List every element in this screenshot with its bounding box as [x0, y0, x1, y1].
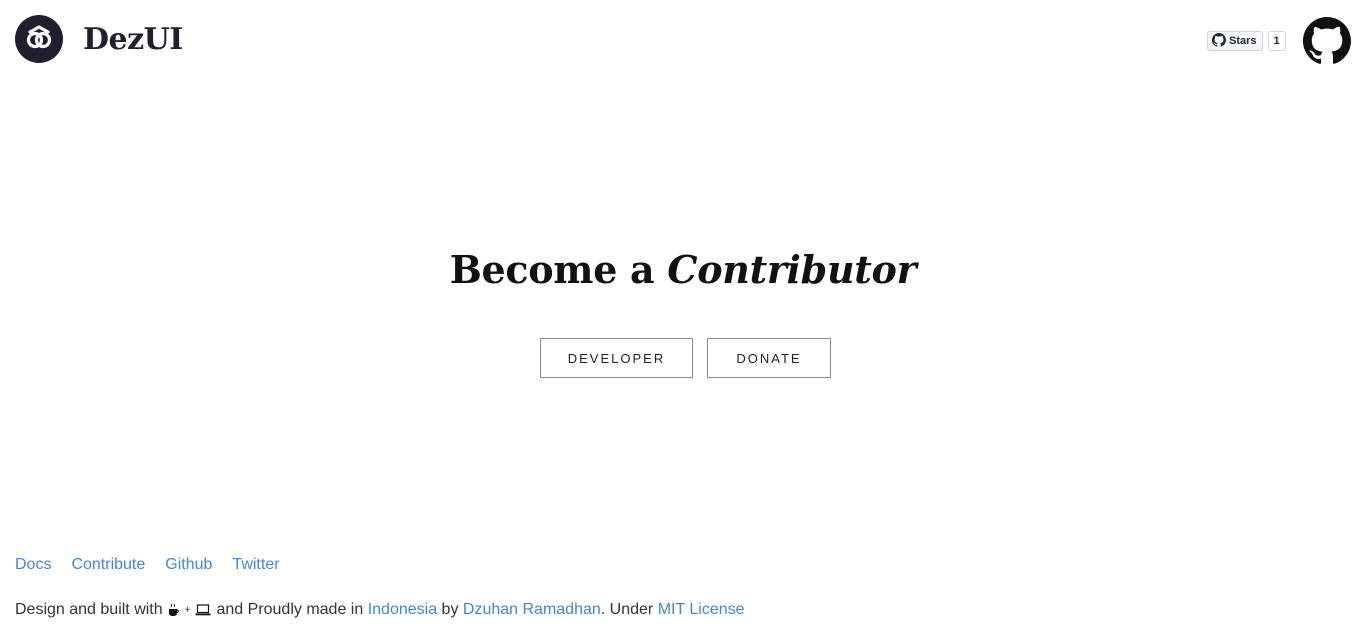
link-author[interactable]: Dzuhan Ramadhan	[463, 601, 601, 619]
header: DezUI Stars 1	[0, 0, 1366, 82]
github-icon[interactable]	[1303, 17, 1351, 65]
footer-link-contribute[interactable]: Contribute	[71, 556, 145, 574]
stars-label: Stars	[1229, 35, 1257, 47]
hero-title: Become a Contributor	[0, 246, 1366, 294]
laptop-icon	[195, 604, 211, 616]
footer-link-github[interactable]: Github	[165, 556, 212, 574]
stars-button[interactable]: Stars	[1207, 31, 1263, 51]
link-mit-license[interactable]: MIT License	[658, 601, 745, 619]
footer-link-docs[interactable]: Docs	[15, 556, 51, 574]
brand-name[interactable]: DezUI	[83, 21, 183, 59]
credit-by: by	[441, 601, 459, 618]
hero-title-emphasis: Contributor	[667, 247, 917, 292]
credit-prefix: Design and built with	[15, 601, 163, 618]
hero-title-plain: Become a	[449, 247, 668, 292]
footer-link-twitter[interactable]: Twitter	[232, 556, 279, 574]
coffee-icon	[168, 603, 180, 617]
link-indonesia[interactable]: Indonesia	[368, 601, 437, 619]
hero: Become a Contributor	[0, 246, 1366, 294]
developer-button[interactable]: DEVELOPER	[540, 338, 693, 378]
logo-icon[interactable]	[15, 15, 63, 63]
stars-count[interactable]: 1	[1267, 31, 1286, 51]
footer-credit: Design and built with + and Proudly made…	[15, 601, 745, 619]
plus-sign: +	[184, 604, 191, 616]
credit-middle: and Proudly made in	[216, 601, 364, 618]
github-small-icon	[1212, 32, 1226, 50]
footer-nav: Docs Contribute Github Twitter	[15, 556, 280, 574]
donate-button[interactable]: DONATE	[707, 338, 831, 378]
github-stars-widget: Stars 1	[1207, 31, 1286, 51]
credit-under: . Under	[600, 601, 654, 618]
